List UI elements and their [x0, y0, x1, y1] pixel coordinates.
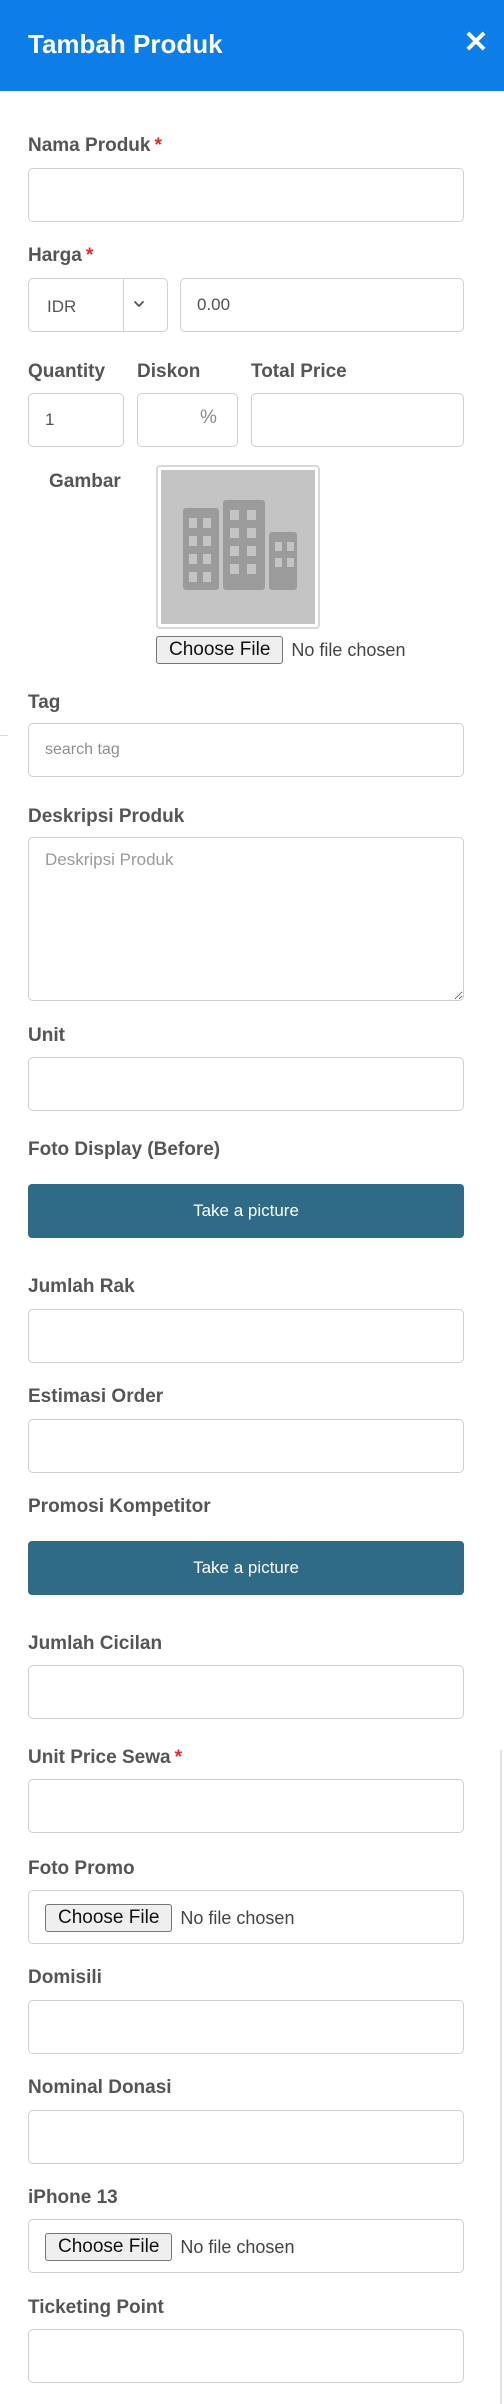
unit-label: Unit	[28, 1025, 65, 1046]
file-status: No file chosen	[291, 639, 406, 660]
jumlah-rak-label: Jumlah Rak	[28, 1276, 135, 1297]
diskon-input[interactable]	[137, 393, 238, 447]
chevron-down-icon	[134, 301, 144, 307]
ticketing-point-input[interactable]	[28, 2329, 464, 2383]
percent-suffix: %	[200, 407, 217, 428]
required-mark: *	[154, 135, 162, 156]
close-icon[interactable]: ✕	[462, 27, 490, 59]
harga-label: Harga *	[28, 245, 94, 266]
domisili-input[interactable]	[28, 2000, 464, 2054]
jumlah-cicilan-input[interactable]	[28, 1665, 464, 1719]
choose-file-button[interactable]: Choose File	[45, 2233, 173, 2261]
tag-label: Tag	[28, 692, 61, 713]
required-mark: *	[85, 245, 94, 266]
deskripsi-textarea[interactable]	[28, 837, 464, 1001]
modal-header: Tambah Produk ✕	[0, 0, 504, 91]
harga-input[interactable]	[180, 278, 464, 332]
promosi-kompetitor-label: Promosi Kompetitor	[28, 1496, 211, 1517]
gambar-label: Gambar	[49, 471, 121, 492]
estimasi-order-label: Estimasi Order	[28, 1386, 164, 1407]
foto-display-label: Foto Display (Before)	[28, 1139, 221, 1160]
iphone13-file-input: Choose File No file chosen	[28, 2219, 464, 2273]
nominal-donasi-label: Nominal Donasi	[28, 2077, 172, 2098]
nama-produk-input[interactable]	[28, 168, 464, 222]
choose-file-button[interactable]: Choose File	[156, 636, 284, 664]
scroll-edge	[500, 1750, 502, 2404]
tag-search-input[interactable]	[28, 723, 464, 777]
unit-price-sewa-label: Unit Price Sewa *	[28, 1747, 182, 1768]
currency-value: IDR	[47, 297, 77, 316]
take-picture-button[interactable]: Take a picture	[28, 1184, 464, 1238]
jumlah-rak-input[interactable]	[28, 1309, 464, 1363]
choose-file-button[interactable]: Choose File	[45, 1904, 173, 1932]
iphone13-label: iPhone 13	[28, 2187, 118, 2208]
deskripsi-label: Deskripsi Produk	[28, 806, 185, 827]
foto-promo-label: Foto Promo	[28, 1858, 135, 1879]
currency-select[interactable]: IDR	[28, 278, 168, 332]
ticketing-point-label: Ticketing Point	[28, 2297, 164, 2318]
unit-price-sewa-input[interactable]	[28, 1779, 464, 1833]
modal-title: Tambah Produk	[28, 29, 223, 59]
quantity-label: Quantity	[28, 361, 106, 382]
estimasi-order-input[interactable]	[28, 1419, 464, 1473]
file-status: No file chosen	[180, 1907, 295, 1928]
quantity-input[interactable]	[28, 393, 124, 447]
file-status: No file chosen	[180, 2236, 295, 2257]
gambar-file-input: Choose File No file chosen	[156, 636, 405, 664]
nama-produk-label: Nama Produk *	[28, 135, 162, 156]
divider	[0, 735, 8, 736]
domisili-label: Domisili	[28, 1967, 102, 1988]
image-preview	[156, 465, 320, 629]
jumlah-cicilan-label: Jumlah Cicilan	[28, 1633, 163, 1654]
unit-input[interactable]	[28, 1057, 464, 1111]
required-mark: *	[174, 1747, 182, 1768]
total-price-label: Total Price	[251, 361, 347, 382]
foto-promo-file-input: Choose File No file chosen	[28, 1890, 464, 1944]
building-icon	[183, 500, 297, 590]
nominal-donasi-input[interactable]	[28, 2110, 464, 2164]
diskon-label: Diskon	[137, 361, 201, 382]
take-picture-button[interactable]: Take a picture	[28, 1541, 464, 1595]
total-price-input[interactable]	[251, 393, 464, 447]
